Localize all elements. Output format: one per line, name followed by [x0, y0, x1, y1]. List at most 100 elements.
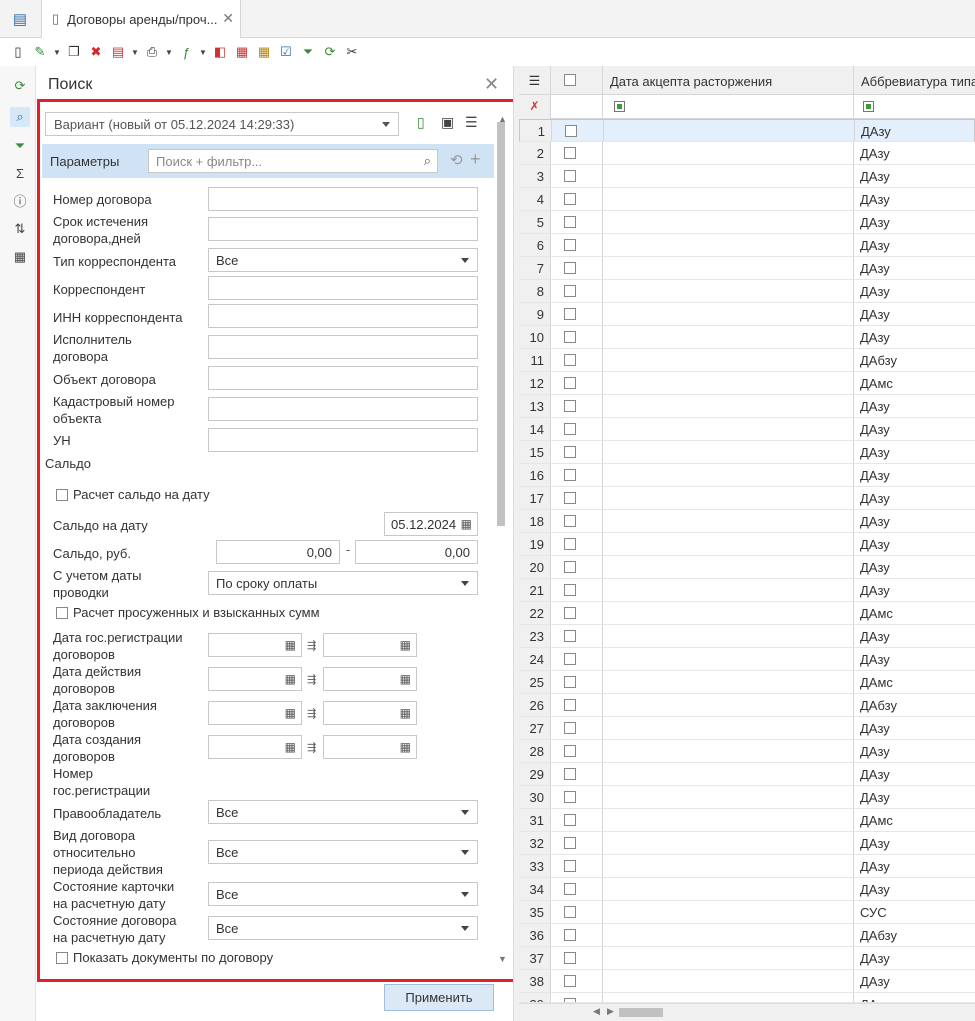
row-checkbox[interactable] — [564, 768, 576, 780]
cell-date[interactable] — [603, 970, 854, 992]
calc-saldo-checkbox[interactable] — [56, 489, 68, 501]
table-row[interactable]: 25 ДАмс — [519, 671, 975, 694]
table-row[interactable]: 34 ДАзу — [519, 878, 975, 901]
table-row[interactable]: 17 ДАзу — [519, 487, 975, 510]
table-row[interactable]: 14 ДАзу — [519, 418, 975, 441]
cell-date[interactable] — [603, 142, 854, 164]
chevron-down-icon[interactable]: ▼ — [130, 42, 140, 62]
cell-date[interactable] — [603, 372, 854, 394]
row-checkbox[interactable] — [564, 584, 576, 596]
table-row[interactable]: 24 ДАзу — [519, 648, 975, 671]
card-state-select[interactable]: Все — [208, 882, 478, 906]
filter-toggle-icon[interactable] — [614, 101, 625, 112]
saldo-to-input[interactable]: 0,00 — [355, 540, 478, 564]
row-checkbox[interactable] — [564, 952, 576, 964]
row-checkbox[interactable] — [564, 239, 576, 251]
filter-cell-date[interactable] — [603, 95, 854, 119]
table-row[interactable]: 33 ДАзу — [519, 855, 975, 878]
cell-date[interactable] — [603, 510, 854, 532]
correspondent-input[interactable] — [208, 276, 478, 300]
new-document-icon[interactable]: ▯ — [8, 42, 28, 62]
concl-date-to[interactable]: ▦ — [323, 701, 417, 725]
table-row[interactable]: 13 ДАзу — [519, 395, 975, 418]
cell-date[interactable] — [603, 579, 854, 601]
row-checkbox[interactable] — [564, 929, 576, 941]
cell-date[interactable] — [603, 832, 854, 854]
row-checkbox[interactable] — [564, 745, 576, 757]
create-date-from[interactable]: ▦ — [208, 735, 302, 759]
table-row[interactable]: 30 ДАзу — [519, 786, 975, 809]
corr-type-select[interactable]: Все — [208, 248, 478, 272]
sort-icon[interactable]: ⇅ — [10, 219, 30, 239]
row-checkbox[interactable] — [564, 883, 576, 895]
cell-date[interactable] — [603, 280, 854, 302]
cell-date[interactable] — [603, 165, 854, 187]
table-row[interactable]: 20 ДАзу — [519, 556, 975, 579]
cell-date[interactable] — [603, 648, 854, 670]
function-icon[interactable]: ƒ — [176, 42, 196, 62]
table-row[interactable]: 8 ДАзу — [519, 280, 975, 303]
expiry-days-input[interactable] — [208, 217, 478, 241]
show-docs-checkbox[interactable] — [56, 952, 68, 964]
home-tab[interactable]: ▤ — [0, 0, 40, 38]
tools-icon[interactable]: ✂ — [342, 42, 362, 62]
cell-date[interactable] — [603, 786, 854, 808]
filter-icon[interactable]: ⏷ — [10, 136, 30, 156]
row-checkbox[interactable] — [564, 469, 576, 481]
table-row[interactable]: 5 ДАзу — [519, 211, 975, 234]
calendar-icon[interactable]: ▦ — [285, 672, 296, 686]
scroll-right-icon[interactable]: ▶ — [607, 1006, 614, 1017]
row-checkbox[interactable] — [564, 170, 576, 182]
column-header-date[interactable]: Дата акцепта расторжения — [603, 66, 854, 95]
table-row[interactable]: 37 ДАзу — [519, 947, 975, 970]
row-checkbox[interactable] — [564, 262, 576, 274]
row-checkbox[interactable] — [564, 538, 576, 550]
row-checkbox[interactable] — [564, 147, 576, 159]
panel-scrollbar[interactable]: ▲ ▼ — [495, 114, 509, 970]
list-options-icon[interactable]: ☰ — [465, 114, 478, 131]
scroll-left-icon[interactable]: ◀ — [593, 1006, 600, 1017]
create-date-to[interactable]: ▦ — [323, 735, 417, 759]
reg-date-to[interactable]: ▦ — [323, 633, 417, 657]
table-row[interactable]: 21 ДАзу — [519, 579, 975, 602]
valid-date-from[interactable]: ▦ — [208, 667, 302, 691]
row-checkbox[interactable] — [564, 423, 576, 435]
saldo-from-input[interactable]: 0,00 — [216, 540, 340, 564]
sum-icon[interactable]: Σ — [10, 163, 30, 183]
close-icon[interactable]: ✕ — [484, 74, 499, 95]
table-row[interactable]: 35 СУС — [519, 901, 975, 924]
row-checkbox[interactable] — [564, 193, 576, 205]
posting-select[interactable]: По сроку оплаты — [208, 571, 478, 595]
cell-date[interactable] — [603, 418, 854, 440]
row-checkbox[interactable] — [564, 561, 576, 573]
edit-icon[interactable]: ✎ — [30, 42, 50, 62]
chevron-down-icon[interactable]: ▼ — [52, 42, 62, 62]
calendar-icon[interactable]: ▦ — [400, 706, 411, 720]
filter-cell-abbr[interactable] — [854, 95, 975, 119]
export-icon[interactable]: ▦ — [232, 42, 252, 62]
cell-date[interactable] — [604, 120, 855, 141]
report-icon[interactable]: ▤ — [108, 42, 128, 62]
concl-date-from[interactable]: ▦ — [208, 701, 302, 725]
refresh-icon[interactable]: ⟳ — [320, 42, 340, 62]
tab-contracts[interactable]: ▯ Договоры аренды/проч... ✕ — [41, 0, 241, 38]
row-checkbox[interactable] — [564, 285, 576, 297]
cell-date[interactable] — [603, 717, 854, 739]
cell-date[interactable] — [603, 188, 854, 210]
row-checkbox[interactable] — [564, 354, 576, 366]
table-row[interactable]: 3 ДАзу — [519, 165, 975, 188]
row-checkbox[interactable] — [564, 837, 576, 849]
cell-date[interactable] — [603, 763, 854, 785]
cell-date[interactable] — [603, 487, 854, 509]
row-checkbox[interactable] — [564, 975, 576, 987]
table-row[interactable]: 15 ДАзу — [519, 441, 975, 464]
row-checkbox[interactable] — [564, 860, 576, 872]
calendar-icon[interactable]: ▦ — [461, 517, 472, 531]
calendar-icon[interactable]: ▦ — [400, 638, 411, 652]
row-checkbox[interactable] — [564, 216, 576, 228]
search-icon[interactable]: ⌕ — [10, 107, 30, 127]
cell-date[interactable] — [603, 878, 854, 900]
row-checkbox[interactable] — [564, 791, 576, 803]
cadastral-input[interactable] — [208, 397, 478, 421]
cell-date[interactable] — [603, 257, 854, 279]
